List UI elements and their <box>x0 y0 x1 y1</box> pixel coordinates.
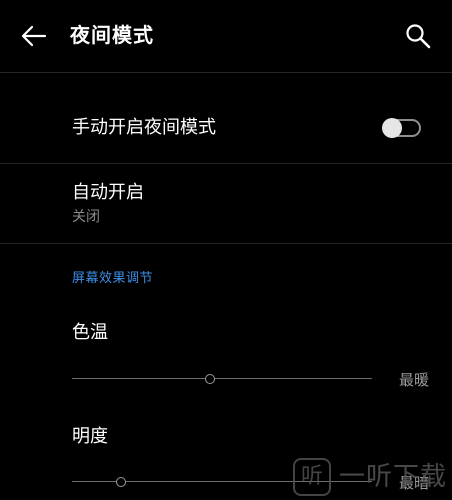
divider <box>0 72 452 73</box>
manual-night-mode-label: 手动开启夜间模式 <box>72 117 216 138</box>
slider-thumb[interactable] <box>116 477 126 487</box>
watermark-logo: 听 <box>293 458 331 496</box>
divider <box>0 163 452 164</box>
night-mode-screen: 夜间模式 手动开启夜间模式 自动开启 关闭 屏幕效果调节 色温 最暖 明度 最暗 <box>0 0 452 500</box>
app-bar: 夜间模式 <box>0 0 452 72</box>
back-button[interactable] <box>14 18 54 54</box>
screen-effect-section-header: 屏幕效果调节 <box>72 271 154 286</box>
auto-night-mode-status: 关闭 <box>72 209 100 225</box>
search-icon <box>406 24 431 49</box>
auto-night-mode-row[interactable]: 自动开启 关闭 <box>0 166 452 242</box>
slider-thumb[interactable] <box>205 374 215 384</box>
color-temperature-label: 色温 <box>72 322 108 343</box>
divider <box>0 243 452 244</box>
slider-track <box>72 378 372 379</box>
auto-night-mode-label: 自动开启 <box>72 182 144 203</box>
toggle-knob <box>382 118 402 138</box>
warmest-label: 最暖 <box>399 371 430 389</box>
color-temperature-slider[interactable] <box>72 369 372 389</box>
arrow-left-icon <box>21 25 47 47</box>
watermark: 听 一听下载 <box>289 454 452 500</box>
watermark-logo-glyph: 听 <box>300 464 323 489</box>
watermark-text: 一听下载 <box>339 462 448 492</box>
search-button[interactable] <box>398 16 438 56</box>
page-title: 夜间模式 <box>70 23 154 47</box>
manual-night-mode-toggle[interactable] <box>381 117 423 139</box>
brightness-label: 明度 <box>72 426 108 447</box>
